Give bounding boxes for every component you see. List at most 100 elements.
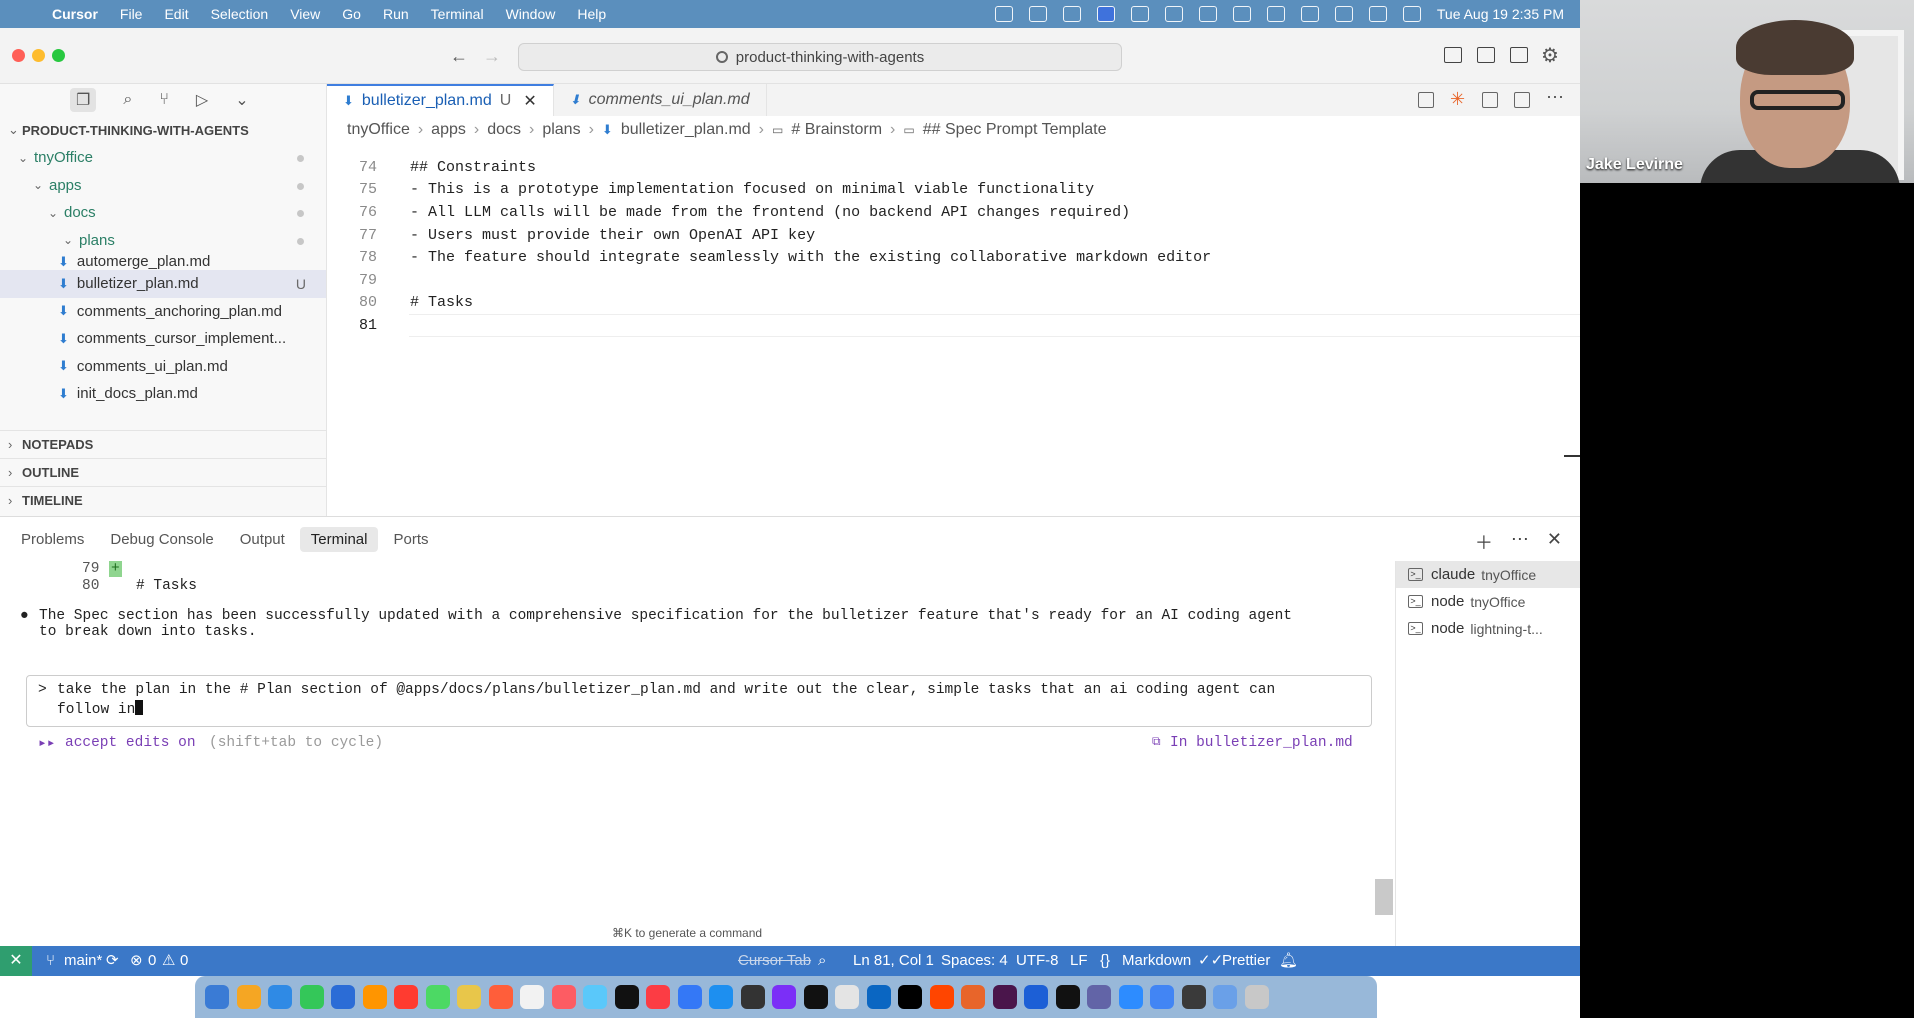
control-center-icon[interactable] [1402,6,1421,22]
tray-windows-icon[interactable] [1198,6,1217,22]
line-endings[interactable]: LF [1070,946,1088,976]
open-preview-icon[interactable] [1418,92,1434,108]
prompt-input-box[interactable]: > take the plan in the # Plan section of… [26,675,1372,727]
dock-app-icon[interactable] [488,985,513,1009]
dock-app-icon[interactable] [614,985,639,1009]
code-line[interactable]: 81 [327,314,1580,337]
explorer-project-header[interactable]: ⌄ PRODUCT-THINKING-WITH-AGENTS [0,116,326,144]
menu-go[interactable]: Go [342,6,361,22]
new-terminal-icon[interactable]: ＋ [1475,529,1493,555]
sync-icon[interactable]: ⟳ [106,946,119,976]
dock-app-icon[interactable] [1213,985,1237,1009]
dock-app-icon[interactable] [205,985,229,1009]
back-arrow-icon[interactable]: ← [450,46,468,67]
tab-bulletizer-plan[interactable]: ⬇ bulletizer_plan.md U ✕ [327,84,554,116]
tree-folder[interactable]: ⌄ docs [0,199,326,227]
code-line[interactable]: 74 ## Constraints [327,156,1580,179]
dock-app-icon[interactable] [1118,985,1143,1009]
dock-app-icon[interactable] [961,985,985,1009]
terminal-item-node[interactable]: >_ node lightning-t... [1396,615,1580,642]
breadcrumb-item[interactable]: plans [542,121,580,139]
dock-app-icon[interactable] [866,985,891,1009]
toggle-panel-icon[interactable] [1477,47,1495,63]
zoom-icon[interactable]: ⌕ [818,946,826,976]
breadcrumb-item[interactable]: docs [487,121,521,139]
code-line[interactable]: 77 - Users must provide their own OpenAI … [327,224,1580,247]
run-debug-icon[interactable]: ▷ [196,90,208,110]
minimize-window-button[interactable] [32,49,45,62]
dock-app-icon[interactable] [740,985,765,1009]
dock-app-icon[interactable] [362,985,387,1009]
dock-app-icon[interactable] [394,985,418,1009]
dock-app-icon[interactable] [520,985,544,1009]
tree-folder[interactable]: ⌄ apps [0,172,326,200]
branch-icon[interactable]: ⑂ [46,946,55,976]
code-editor[interactable]: 74 ## Constraints 75 - This is a prototype … [327,156,1580,337]
menu-help[interactable]: Help [577,6,606,22]
dock-app-icon[interactable] [331,985,355,1009]
encoding[interactable]: UTF-8 [1016,946,1059,976]
dock-app-icon[interactable] [551,985,576,1009]
tree-file[interactable]: ⬇ comments_ui_plan.md [0,353,326,381]
breadcrumb-item[interactable]: ## Spec Prompt Template [923,121,1107,139]
dock-app-icon[interactable] [583,985,607,1009]
tray-dropbox-icon[interactable] [1130,6,1149,22]
dock-app-icon[interactable] [772,985,796,1009]
forward-arrow-icon[interactable]: → [483,46,501,67]
menu-view[interactable]: View [290,6,320,22]
tree-file[interactable]: ⬇ comments_anchoring_plan.md [0,298,326,326]
code-line[interactable]: 76 - All LLM calls will be made from the … [327,201,1580,224]
close-tab-icon[interactable]: ✕ [523,91,536,111]
git-branch[interactable]: main* [64,946,102,976]
chevron-down-icon[interactable]: ⌄ [235,90,248,110]
errors-icon[interactable]: ⊗ [130,946,143,976]
cursor-tab-status[interactable]: Cursor Tab [738,946,811,976]
dock-app-icon[interactable] [835,985,859,1009]
tray-cloud-icon[interactable] [1028,6,1047,22]
more-actions-icon[interactable]: ⋯ [1546,88,1564,108]
menu-run[interactable]: Run [383,6,409,22]
cursor-agent-icon[interactable]: ✳ [1450,90,1466,108]
notifications-bell-icon[interactable]: 🔔︎ [1279,946,1298,976]
breadcrumb-item[interactable]: apps [431,121,466,139]
tray-screen-share-icon[interactable] [1096,6,1115,22]
dock-app-icon[interactable] [898,985,922,1009]
tree-file[interactable]: ⬇ init_docs_plan.md [0,380,326,402]
spotlight-search-icon[interactable] [1368,6,1387,22]
tab-debug-console[interactable]: Debug Console [99,527,224,552]
error-count[interactable]: 0 [148,946,156,976]
dock-app-icon[interactable] [268,985,292,1009]
tree-file[interactable]: ⬇ bulletizer_plan.md U [0,270,326,298]
dock-app-icon[interactable] [803,985,828,1009]
menu-file[interactable]: File [120,6,143,22]
tray-grid-icon[interactable] [1062,6,1081,22]
dock-app-icon[interactable] [1150,985,1174,1009]
explorer-files-icon[interactable]: ❐ [70,88,97,112]
wifi-icon[interactable] [1334,6,1353,22]
dock-app-icon[interactable] [1087,985,1111,1009]
breadcrumb-item[interactable]: tnyOffice [347,121,410,139]
timeline-section[interactable]: › TIMELINE [0,486,327,514]
tray-user-icon[interactable] [1232,6,1251,22]
compare-changes-icon[interactable] [1482,92,1498,108]
language-mode[interactable]: Markdown [1122,946,1191,976]
tray-vpn-icon[interactable] [1266,6,1285,22]
menu-terminal[interactable]: Terminal [431,6,484,22]
terminal-output[interactable]: 79 + 80 # Tasks ● The Spec section has b… [0,561,1388,947]
warnings-icon[interactable]: ⚠ [162,946,175,976]
dock-app-icon[interactable] [929,985,954,1009]
code-line[interactable]: 80 # Tasks [327,292,1580,315]
dock-app-icon[interactable] [1024,985,1048,1009]
close-panel-icon[interactable]: ✕ [1547,529,1562,555]
tree-file[interactable]: ⬇ comments_cursor_implement... [0,325,326,353]
dock-app-icon[interactable] [299,985,324,1009]
terminal-item-claude[interactable]: >_ claude tnyOffice [1396,561,1580,588]
menu-edit[interactable]: Edit [164,6,188,22]
outline-section[interactable]: › OUTLINE [0,458,327,486]
source-control-icon[interactable]: ⑂ [159,91,169,109]
dock-app-icon[interactable] [457,985,481,1009]
code-line[interactable]: 75 - This is a prototype implementation f… [327,179,1580,202]
notepads-section[interactable]: › NOTEPADS [0,430,327,458]
tab-ports[interactable]: Ports [382,527,439,552]
tray-app-icon[interactable] [994,6,1013,22]
